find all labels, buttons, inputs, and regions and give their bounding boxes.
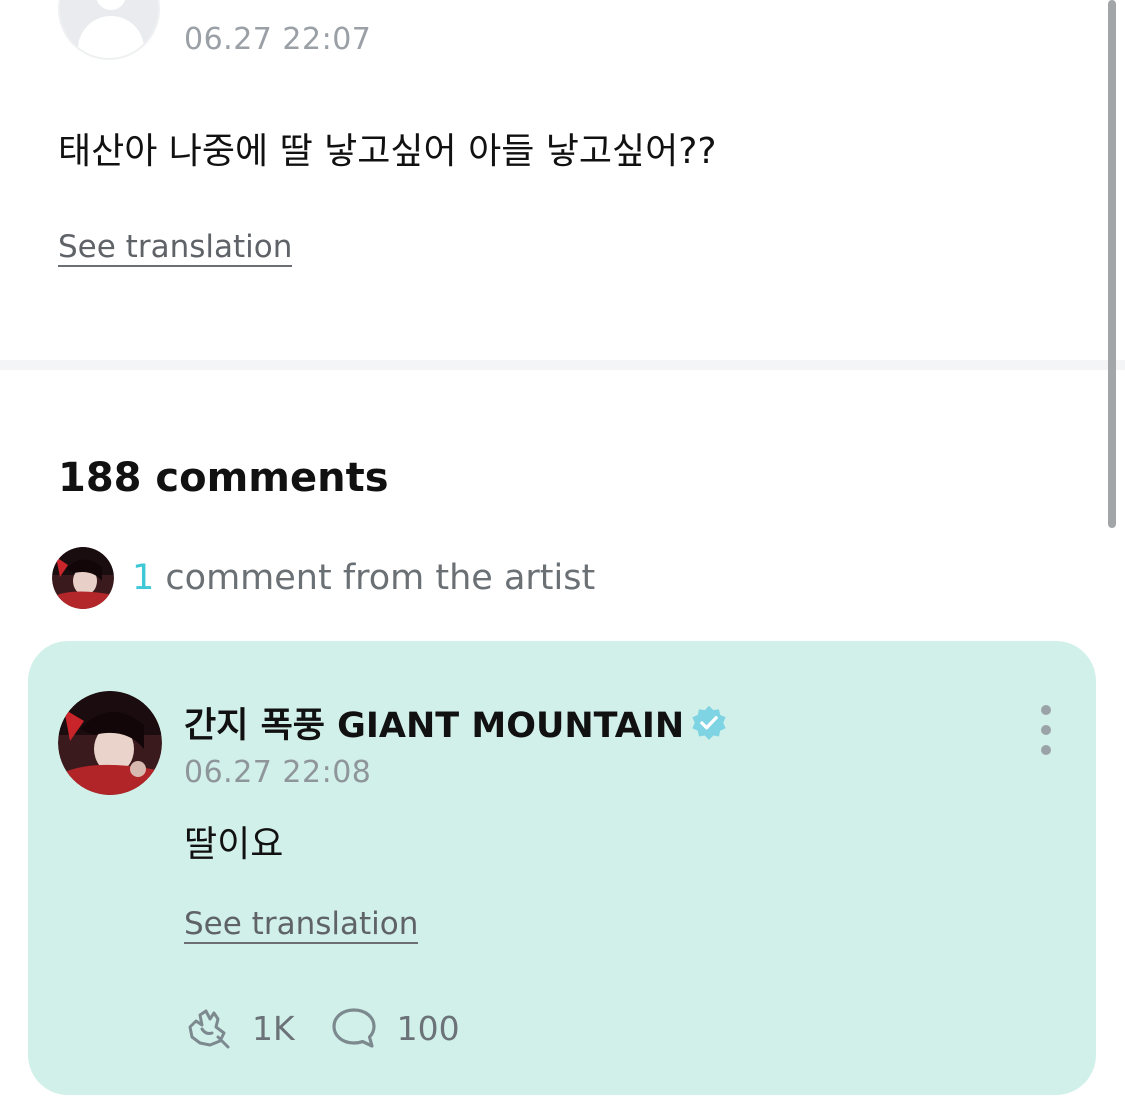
- scrollbar[interactable]: [1108, 0, 1116, 528]
- reply-button[interactable]: 100: [329, 1005, 460, 1051]
- artist-avatar[interactable]: [58, 691, 162, 795]
- comment-actions: 1K 100: [184, 1005, 460, 1051]
- section-divider: [0, 360, 1125, 370]
- like-button[interactable]: 1K: [184, 1005, 295, 1051]
- comments-count-heading: 188 comments: [58, 455, 389, 501]
- like-count: 1K: [252, 1008, 295, 1048]
- post-timestamp: 06.27 22:07: [184, 22, 372, 57]
- default-avatar-icon[interactable]: [58, 0, 160, 60]
- post-header: 06.27 22:07: [0, 0, 1100, 70]
- artist-see-translation-link[interactable]: See translation: [184, 907, 419, 945]
- reply-count: 100: [396, 1008, 460, 1048]
- post-see-translation-link[interactable]: See translation: [58, 230, 293, 268]
- artist-name-row: 간지 폭풍 GIANT MOUNTAIN: [184, 697, 728, 748]
- artist-mini-avatar: [52, 547, 114, 609]
- verified-badge-icon: [692, 705, 726, 740]
- like-icon: [188, 1009, 230, 1049]
- artist-comments-filter[interactable]: 1 comment from the artist: [52, 546, 595, 610]
- artist-comment-text: 딸이요: [184, 824, 284, 865]
- artist-comment-card: 간지 폭풍 GIANT MOUNTAIN 06.27 22:08 딸이요 See…: [28, 641, 1096, 1095]
- artist-comment-timestamp: 06.27 22:08: [184, 755, 372, 790]
- reply-icon: [332, 1008, 376, 1048]
- more-vertical-icon[interactable]: [1032, 705, 1060, 755]
- artist-comment-label: comment from the artist: [154, 558, 596, 598]
- artist-comment-summary: 1 comment from the artist: [132, 558, 595, 598]
- post-body-text: 태산아 나중에 딸 낳고싶어 아들 낳고싶어??: [58, 131, 717, 172]
- artist-comment-count: 1: [132, 558, 155, 598]
- artist-name[interactable]: 간지 폭풍 GIANT MOUNTAIN: [184, 697, 684, 748]
